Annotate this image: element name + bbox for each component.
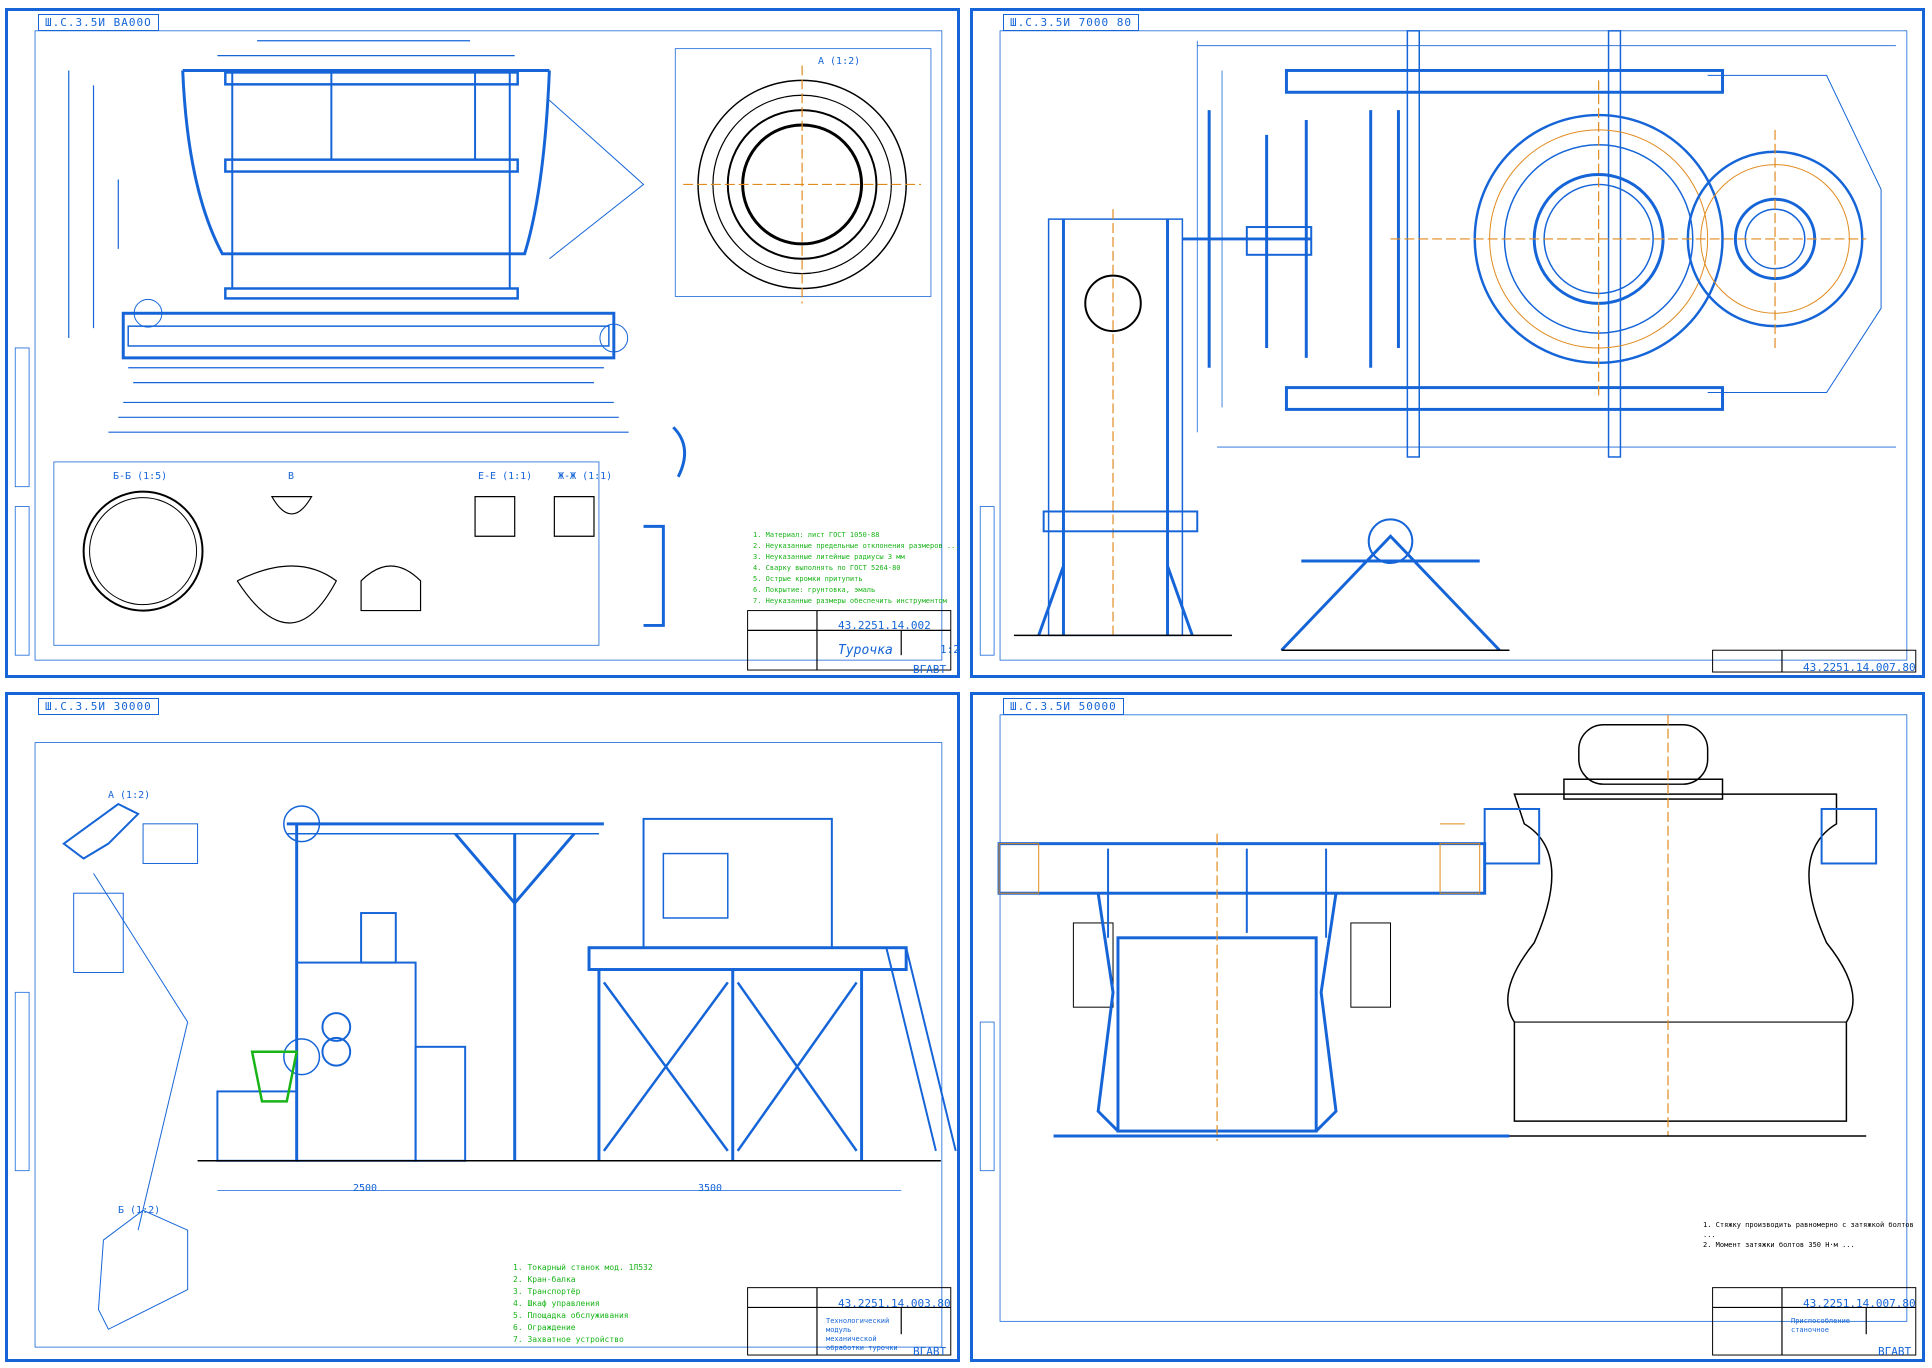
sheet-org: ВГАВТ — [913, 663, 947, 676]
drawing-sheet-fixture: Ш.С.3.5И 50000 43.2251.14.007.80 Приспос… — [970, 692, 1925, 1362]
section-label: Ж-Ж (1:1) — [558, 471, 613, 482]
stand-drawing — [979, 30, 1917, 673]
sheet-code-stamp: Ш.С.3.5И ВА00О — [38, 14, 159, 31]
view-label: А (1:2) — [818, 56, 861, 67]
tech-notes: 1. Материал: лист ГОСТ 1050-88 2. Неуказ… — [753, 519, 960, 607]
legend-line: 4. Шкаф управления — [513, 1299, 600, 1308]
sheet-org: ВГАВТ — [1878, 1345, 1912, 1358]
legend-line: 2. Кран-балка — [513, 1275, 576, 1284]
equipment-legend: 1. Токарный станок мод. 1Л532 2. Кран-ба… — [513, 1250, 653, 1346]
note-line: 5. Острые кромки притупить — [753, 575, 863, 583]
view-label: А (1:2) — [108, 790, 151, 801]
layout-drawing — [14, 742, 957, 1356]
section-label: Е-Е (1:1) — [478, 471, 533, 482]
view-label: Б (1:2) — [118, 1205, 161, 1216]
sheet-code: 43.2251.14.007.80 — [1803, 661, 1916, 674]
note-line: 2. Неуказанные предельные отклонения раз… — [753, 542, 960, 550]
note-line: 6. Покрытие: грунтовка, эмаль — [753, 586, 876, 594]
drawing-sheet-layout: Ш.С.3.5И 30000 43.2251.14.003.80 Техноло… — [5, 692, 960, 1362]
section-label: Б-Б (1:5) — [113, 471, 168, 482]
note-line: 1. Стяжку производить равномерно с затяж… — [1703, 1221, 1914, 1239]
note-line: 7. Неуказанные размеры обеспечить инстру… — [753, 597, 947, 605]
sheet-code: 43.2251.14.002 — [838, 619, 931, 632]
legend-line: 5. Площадка обслуживания — [513, 1311, 629, 1320]
note-line: 2. Момент затяжки болтов 350 Н·м ... — [1703, 1241, 1855, 1249]
sheet-code-stamp: Ш.С.3.5И 7000 80 — [1003, 14, 1139, 31]
sheet-title: Технологический модуль механической обра… — [826, 1317, 898, 1352]
sheet-scale: 1:2 — [940, 643, 960, 656]
sheet-code-stamp: Ш.С.3.5И 30000 — [38, 698, 159, 715]
sheet-code: 43.2251.14.007.80 — [1803, 1297, 1916, 1310]
fixture-drawing — [979, 714, 1917, 1356]
section-label: В — [288, 471, 295, 482]
sheet-title: Турочка — [838, 643, 893, 658]
note-line: 1. Материал: лист ГОСТ 1050-88 — [753, 531, 880, 539]
note-line: 4. Сварку выполнять по ГОСТ 5264-80 — [753, 564, 901, 572]
sheet-org: ВГАВТ — [913, 1345, 947, 1358]
legend-line: 3. Транспортёр — [513, 1287, 581, 1296]
sheet-code-stamp: Ш.С.3.5И 50000 — [1003, 698, 1124, 715]
legend-line: 1. Токарный станок мод. 1Л532 — [513, 1263, 653, 1272]
assembly-notes: 1. Стяжку производить равномерно с затяж… — [1703, 1220, 1922, 1250]
legend-line: 6. Ограждение — [513, 1323, 576, 1332]
drawing-sheet-turochka: Ш.С.3.5И ВА00О 43.2251.14.002 Турочка ВГ… — [5, 8, 960, 678]
dimension-label: 2500 — [353, 1183, 378, 1194]
note-line: 3. Неуказанные литейные радиусы 3 мм — [753, 553, 905, 561]
sheet-code: 43.2251.14.003.80 — [838, 1297, 951, 1310]
legend-line: 7. Захватное устройство — [513, 1335, 624, 1344]
drawing-sheet-stand: Ш.С.3.5И 7000 80 43.2251.14.007.80 — [970, 8, 1925, 678]
dimension-label: 3500 — [698, 1183, 723, 1194]
sheet-title: Приспособление станочное — [1791, 1317, 1851, 1334]
